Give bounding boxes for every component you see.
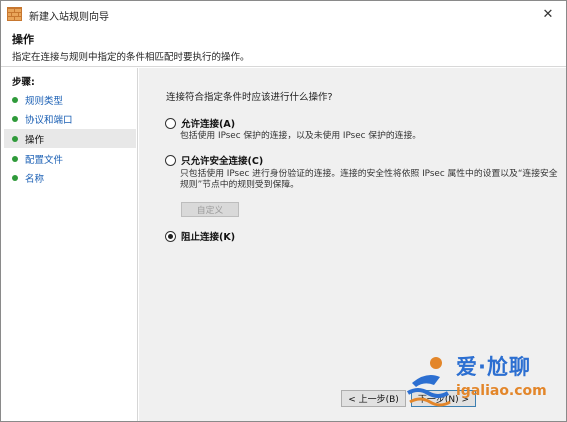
- step-rule-type[interactable]: 规则类型: [4, 90, 136, 109]
- step-action[interactable]: 操作: [4, 129, 136, 148]
- step-bullet-icon: [12, 155, 18, 162]
- step-label: 操作: [25, 134, 45, 146]
- secure-connection-option[interactable]: 只允许安全连接(C): [165, 153, 263, 167]
- step-label: 规则类型: [25, 95, 64, 107]
- title-bar: 新建入站规则向导 ✕: [1, 1, 566, 27]
- wizard-window: 新建入站规则向导 ✕ 操作 指定在连接与规则中指定的条件相匹配时要执行的操作。 …: [0, 0, 567, 422]
- action-question: 连接符合指定条件时应该进行什么操作?: [166, 92, 333, 103]
- watermark-url: igaliao.com: [456, 383, 547, 399]
- back-button[interactable]: < 上一步(B): [341, 390, 406, 407]
- firewall-app-icon: [7, 7, 22, 21]
- block-connection-label: 阻止连接(K): [181, 232, 236, 243]
- allow-connection-description: 包括使用 IPsec 保护的连接，以及未使用 IPsec 保护的连接。: [180, 131, 422, 141]
- steps-title: 步骤:: [12, 77, 35, 88]
- secure-connection-label: 只允许安全连接(C): [181, 156, 264, 167]
- block-connection-radio[interactable]: [165, 230, 176, 242]
- step-bullet-icon: [12, 96, 18, 103]
- step-name[interactable]: 名称: [4, 168, 136, 187]
- close-button[interactable]: ✕: [530, 1, 566, 27]
- step-bullet-icon: [12, 174, 18, 181]
- allow-connection-option[interactable]: 允许连接(A): [165, 116, 235, 130]
- step-label: 名称: [25, 173, 45, 185]
- allow-connection-radio[interactable]: [165, 117, 176, 129]
- step-profile[interactable]: 配置文件: [4, 149, 136, 168]
- page-header: 操作 指定在连接与规则中指定的条件相匹配时要执行的操作。: [1, 27, 566, 67]
- customize-button: 自定义: [181, 202, 239, 217]
- secure-connection-radio[interactable]: [165, 154, 176, 166]
- step-bullet-icon: [12, 115, 18, 122]
- step-label: 协议和端口: [25, 114, 73, 126]
- allow-connection-label: 允许连接(A): [181, 119, 236, 130]
- watermark-logo: 爱·尬聊 igaliao.com: [406, 351, 566, 411]
- step-label: 配置文件: [25, 154, 64, 166]
- page-title: 操作: [12, 33, 34, 46]
- watermark-brand: 爱·尬聊: [456, 355, 531, 379]
- block-connection-option[interactable]: 阻止连接(K): [165, 229, 235, 243]
- step-bullet-icon: [12, 135, 18, 142]
- close-icon: ✕: [542, 6, 554, 22]
- secure-connection-description: 只包括使用 IPsec 进行身份验证的连接。连接的安全性将依照 IPsec 属性…: [180, 169, 558, 190]
- page-description: 指定在连接与规则中指定的条件相匹配时要执行的操作。: [12, 52, 250, 63]
- window-title: 新建入站规则向导: [29, 12, 109, 23]
- steps-sidebar: 步骤: 规则类型 协议和端口 操作 配置文件 名称: [1, 68, 138, 421]
- step-protocol-ports[interactable]: 协议和端口: [4, 109, 136, 128]
- swimmer-logo-icon: [406, 357, 451, 407]
